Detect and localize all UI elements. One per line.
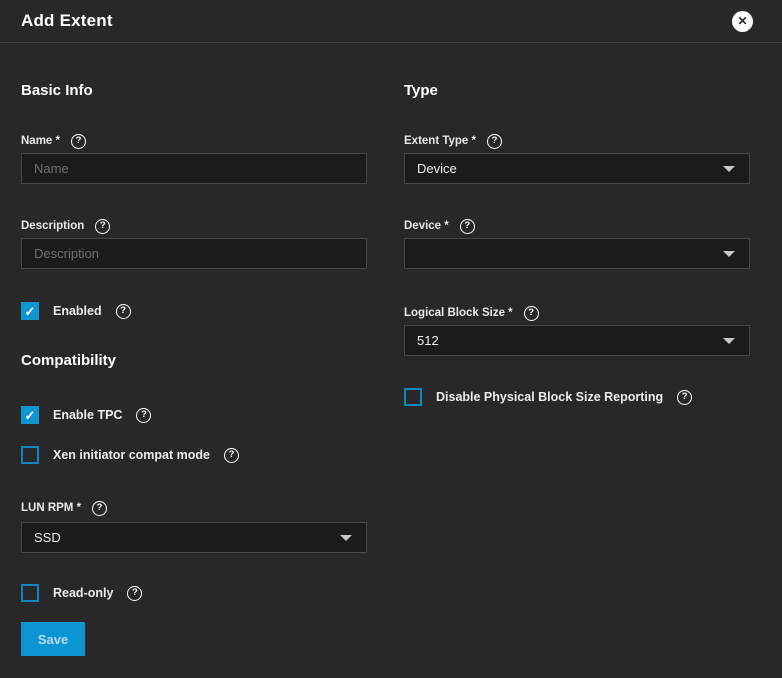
- logical-block-size-label: Logical Block Size *: [404, 307, 513, 319]
- description-label-row: Description ?: [21, 218, 367, 234]
- chevron-down-icon: [723, 251, 735, 257]
- right-column: Type Extent Type * ? Device Device * ? L…: [404, 43, 750, 407]
- enable-tpc-checkbox-row: ✓ Enable TPC ?: [21, 405, 367, 425]
- enable-tpc-label: Enable TPC: [53, 408, 122, 422]
- save-button[interactable]: Save: [21, 622, 85, 656]
- compatibility-heading: Compatibility: [21, 352, 367, 370]
- description-label: Description: [21, 220, 84, 232]
- device-select[interactable]: [404, 238, 750, 269]
- read-only-checkbox-row: ✓ Read-only ?: [21, 583, 367, 603]
- name-label: Name *: [21, 135, 60, 147]
- disable-physical-label: Disable Physical Block Size Reporting: [436, 390, 663, 404]
- lun-rpm-label: LUN RPM *: [21, 502, 81, 514]
- check-icon: ✓: [25, 409, 36, 422]
- device-label: Device *: [404, 220, 449, 232]
- enable-tpc-checkbox[interactable]: ✓: [21, 406, 39, 424]
- device-label-row: Device * ?: [404, 218, 750, 234]
- chevron-down-icon: [723, 166, 735, 172]
- dialog-title: Add Extent: [21, 11, 113, 31]
- lun-rpm-help-icon[interactable]: ?: [92, 501, 107, 516]
- chevron-down-icon: [723, 338, 735, 344]
- xen-help-icon[interactable]: ?: [224, 448, 239, 463]
- name-label-row: Name * ?: [21, 133, 367, 149]
- disable-physical-checkbox-row: ✓ Disable Physical Block Size Reporting …: [404, 387, 750, 407]
- device-help-icon[interactable]: ?: [460, 219, 475, 234]
- xen-checkbox[interactable]: ✓: [21, 446, 39, 464]
- extent-type-select[interactable]: Device: [404, 153, 750, 184]
- enabled-checkbox[interactable]: ✓: [21, 302, 39, 320]
- logical-block-size-value: 512: [417, 333, 439, 348]
- description-help-icon[interactable]: ?: [95, 219, 110, 234]
- lun-rpm-value: SSD: [34, 530, 61, 545]
- name-help-icon[interactable]: ?: [71, 134, 86, 149]
- read-only-help-icon[interactable]: ?: [127, 586, 142, 601]
- lun-rpm-select[interactable]: SSD: [21, 522, 367, 553]
- disable-physical-help-icon[interactable]: ?: [677, 390, 692, 405]
- close-icon[interactable]: ✕: [732, 11, 753, 32]
- enable-tpc-help-icon[interactable]: ?: [136, 408, 151, 423]
- description-input[interactable]: [21, 238, 367, 269]
- dialog-body: Basic Info Name * ? Description ? ✓ Enab…: [0, 43, 782, 656]
- dialog-header: Add Extent ✕: [0, 0, 782, 43]
- extent-type-value: Device: [417, 161, 457, 176]
- extent-type-label: Extent Type *: [404, 135, 476, 147]
- logical-block-size-label-row: Logical Block Size * ?: [404, 305, 750, 321]
- lun-rpm-label-row: LUN RPM * ?: [21, 500, 367, 516]
- logical-block-size-help-icon[interactable]: ?: [524, 306, 539, 321]
- name-input[interactable]: [21, 153, 367, 184]
- read-only-checkbox[interactable]: ✓: [21, 584, 39, 602]
- xen-label: Xen initiator compat mode: [53, 448, 210, 462]
- enabled-checkbox-row: ✓ Enabled ?: [21, 301, 367, 321]
- check-icon: ✓: [25, 305, 36, 318]
- extent-type-help-icon[interactable]: ?: [487, 134, 502, 149]
- enabled-label: Enabled: [53, 304, 102, 318]
- type-heading: Type: [404, 82, 750, 100]
- extent-type-label-row: Extent Type * ?: [404, 133, 750, 149]
- basic-info-heading: Basic Info: [21, 82, 367, 100]
- chevron-down-icon: [340, 535, 352, 541]
- add-extent-dialog: Add Extent ✕ Basic Info Name * ? Descrip…: [0, 0, 782, 678]
- enabled-help-icon[interactable]: ?: [116, 304, 131, 319]
- left-column: Basic Info Name * ? Description ? ✓ Enab…: [21, 43, 367, 656]
- xen-checkbox-row: ✓ Xen initiator compat mode ?: [21, 445, 367, 465]
- disable-physical-checkbox[interactable]: ✓: [404, 388, 422, 406]
- logical-block-size-select[interactable]: 512: [404, 325, 750, 356]
- read-only-label: Read-only: [53, 586, 113, 600]
